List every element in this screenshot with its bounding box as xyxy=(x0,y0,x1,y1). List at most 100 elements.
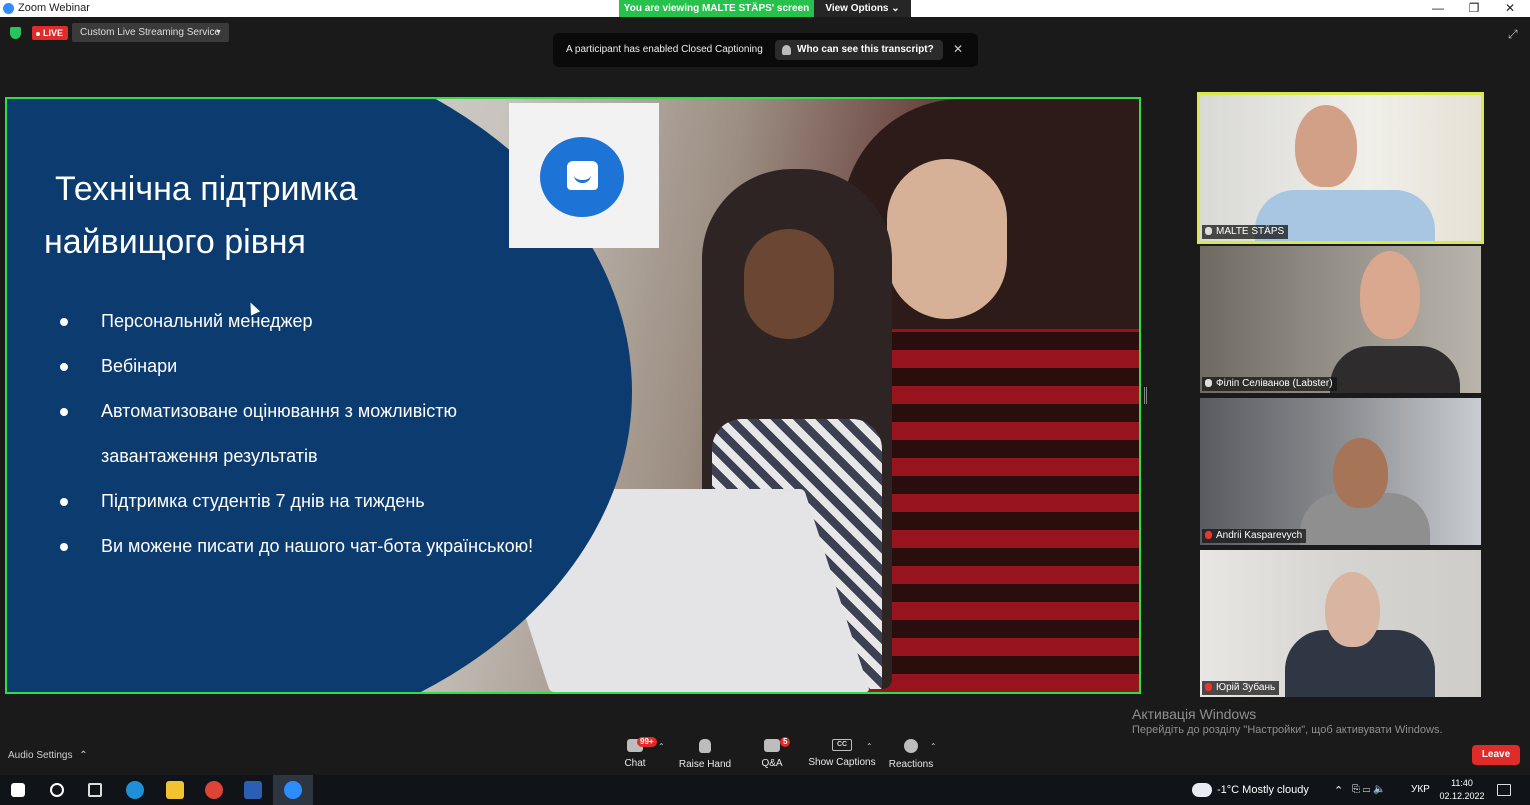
weather-text[interactable]: -1°C Mostly cloudy xyxy=(1217,784,1309,796)
participant-tile[interactable]: Філіп Селіванов (Labster) xyxy=(1200,246,1481,393)
task-view-icon[interactable] xyxy=(88,783,102,797)
language-indicator[interactable]: УКР xyxy=(1411,784,1430,795)
bullet-text: Персональний менеджер xyxy=(101,311,313,331)
participant-name: MALTE STÄPS xyxy=(1216,226,1285,237)
participant-body xyxy=(1330,346,1460,393)
clock-date[interactable]: 02.12.2022 xyxy=(1436,791,1488,801)
slide-bullet: Ви можене писати до нашого чат-бота укра… xyxy=(60,534,620,579)
zoom-app-icon xyxy=(3,3,14,14)
chrome-browser-icon[interactable] xyxy=(205,781,223,799)
live-label: LIVE xyxy=(43,28,64,38)
microphone-icon xyxy=(1205,227,1212,235)
bullet-text: Ви можене писати до нашого чат-бота укра… xyxy=(101,536,534,556)
chevron-up-icon[interactable]: ⌃ xyxy=(866,742,873,751)
bullet-text: Вебінари xyxy=(101,356,178,376)
live-badge: LIVE xyxy=(32,26,68,40)
participant-name: Філіп Селіванов (Labster) xyxy=(1216,378,1333,389)
participant-name-tag: Філіп Селіванов (Labster) xyxy=(1202,377,1337,391)
slide-title: Технічна підтримка найвищого рівня xyxy=(44,163,494,269)
stream-service-label: Custom Live Streaming Service xyxy=(80,27,221,38)
qa-bubble-icon xyxy=(764,739,780,752)
muted-microphone-icon xyxy=(1205,531,1212,539)
who-can-see-transcript-button[interactable]: Who can see this transcript? xyxy=(775,40,943,60)
bullet-dot-icon xyxy=(60,318,68,326)
slide-bullet: Персональний менеджер xyxy=(60,309,620,354)
view-options-button[interactable]: View Options ⌄ xyxy=(814,0,911,17)
minimize-button[interactable]: — xyxy=(1420,0,1456,17)
participant-tile[interactable]: Юрій Зубань xyxy=(1200,550,1481,697)
chevron-up-icon[interactable]: ⌃ xyxy=(658,742,665,751)
participant-tile[interactable]: Andrii Kasparevych xyxy=(1200,398,1481,545)
participant-name-tag: Юрій Зубань xyxy=(1202,681,1280,695)
tray-chevron-icon[interactable]: ⌃ xyxy=(1334,784,1343,797)
file-explorer-icon[interactable] xyxy=(166,781,184,799)
window-title: Zoom Webinar xyxy=(18,2,90,14)
weather-cloud-icon[interactable] xyxy=(1192,783,1212,797)
qa-button[interactable]: 5 Q&A xyxy=(756,737,791,773)
show-captions-label: Show Captions xyxy=(808,757,876,768)
clock-time[interactable]: 11:40 xyxy=(1436,778,1488,788)
reactions-button[interactable]: ⌃ Reactions xyxy=(888,739,937,773)
participant-tile-active[interactable]: MALTE STÄPS xyxy=(1197,92,1484,244)
chat-logo-icon xyxy=(540,137,624,217)
smiley-icon xyxy=(904,739,918,753)
shared-screen: Технічна підтримка найвищого рівня Персо… xyxy=(5,97,1141,694)
chevron-up-icon[interactable]: ⌃ xyxy=(79,750,87,761)
tray-icons[interactable]: ⎘ ▭ 🔈 xyxy=(1352,784,1386,795)
bullet-dot-icon xyxy=(60,498,68,506)
windows-start-icon[interactable] xyxy=(11,783,25,797)
participant-name-tag: Andrii Kasparevych xyxy=(1202,529,1307,543)
notifications-icon[interactable] xyxy=(1497,784,1511,796)
live-streaming-service-dropdown[interactable]: Custom Live Streaming Service ▼ xyxy=(72,23,229,42)
dropdown-caret-icon: ▼ xyxy=(215,29,222,36)
reactions-label: Reactions xyxy=(888,759,934,770)
chat-button[interactable]: 99+ ⌃ Chat xyxy=(618,737,665,773)
zoom-app-icon[interactable] xyxy=(284,781,302,799)
edge-browser-icon[interactable] xyxy=(126,781,144,799)
closed-caption-notification: A participant has enabled Closed Caption… xyxy=(553,33,978,67)
chevron-up-icon[interactable]: ⌃ xyxy=(930,742,937,751)
close-notification-icon[interactable]: ✕ xyxy=(953,42,963,56)
qa-label: Q&A xyxy=(761,758,783,769)
windows-taskbar: -1°C Mostly cloudy ⌃ ⎘ ▭ 🔈 УКР 11:40 02.… xyxy=(0,775,1530,805)
microphone-icon xyxy=(1205,379,1212,387)
chat-label: Chat xyxy=(624,758,646,769)
raise-hand-label: Raise Hand xyxy=(678,759,732,770)
participant-name: Andrii Kasparevych xyxy=(1216,530,1303,541)
live-dot-icon xyxy=(36,31,40,36)
who-can-see-label: Who can see this transcript? xyxy=(797,44,934,55)
search-icon[interactable] xyxy=(50,783,64,797)
qa-badge: 5 xyxy=(780,737,791,747)
participant-name: Юрій Зубань xyxy=(1216,682,1276,693)
bullet-text: Підтримка студентів 7 днів на тиждень xyxy=(101,491,425,511)
panel-splitter-handle[interactable] xyxy=(1144,387,1147,404)
word-app-icon[interactable] xyxy=(244,781,262,799)
chat-bubble-icon xyxy=(567,161,598,190)
participant-face xyxy=(1333,438,1388,508)
bullet-text: завантаження результатів xyxy=(101,446,318,466)
participant-face xyxy=(1360,251,1420,339)
title-bar: Zoom Webinar You are viewing MALTE STÄPS… xyxy=(0,0,1530,17)
slide-bullet: Вебінари xyxy=(60,354,620,399)
restore-button[interactable]: ❐ xyxy=(1456,0,1492,17)
audio-settings-label: Audio Settings xyxy=(8,750,73,761)
windows-activation-title: Активація Windows xyxy=(1132,706,1257,722)
windows-activation-text: Перейдіть до розділу "Настройки", щоб ак… xyxy=(1132,724,1443,736)
slide-bullet: Підтримка студентів 7 днів на тиждень xyxy=(60,489,620,534)
muted-microphone-icon xyxy=(1205,683,1212,691)
bullet-text: Автоматизоване оцінювання з можливістю xyxy=(101,401,458,421)
fullscreen-icon[interactable]: ⤢ xyxy=(1508,28,1520,40)
bullet-dot-icon xyxy=(60,408,68,416)
raise-hand-button[interactable]: Raise Hand xyxy=(678,739,732,773)
bullet-dot-icon xyxy=(60,543,68,551)
person-icon xyxy=(782,45,791,55)
chat-logo-tile xyxy=(509,103,659,248)
show-captions-button[interactable]: CC ⌃ Show Captions xyxy=(808,739,876,773)
close-window-button[interactable]: ✕ xyxy=(1492,0,1528,17)
bullet-dot-icon xyxy=(60,363,68,371)
cc-notification-text: A participant has enabled Closed Caption… xyxy=(566,44,763,55)
encryption-shield-icon[interactable] xyxy=(10,27,21,39)
audio-settings-button[interactable]: Audio Settings ⌃ xyxy=(8,750,88,761)
slide-title-line1: Технічна підтримка xyxy=(55,170,358,208)
leave-button[interactable]: Leave xyxy=(1472,745,1520,765)
